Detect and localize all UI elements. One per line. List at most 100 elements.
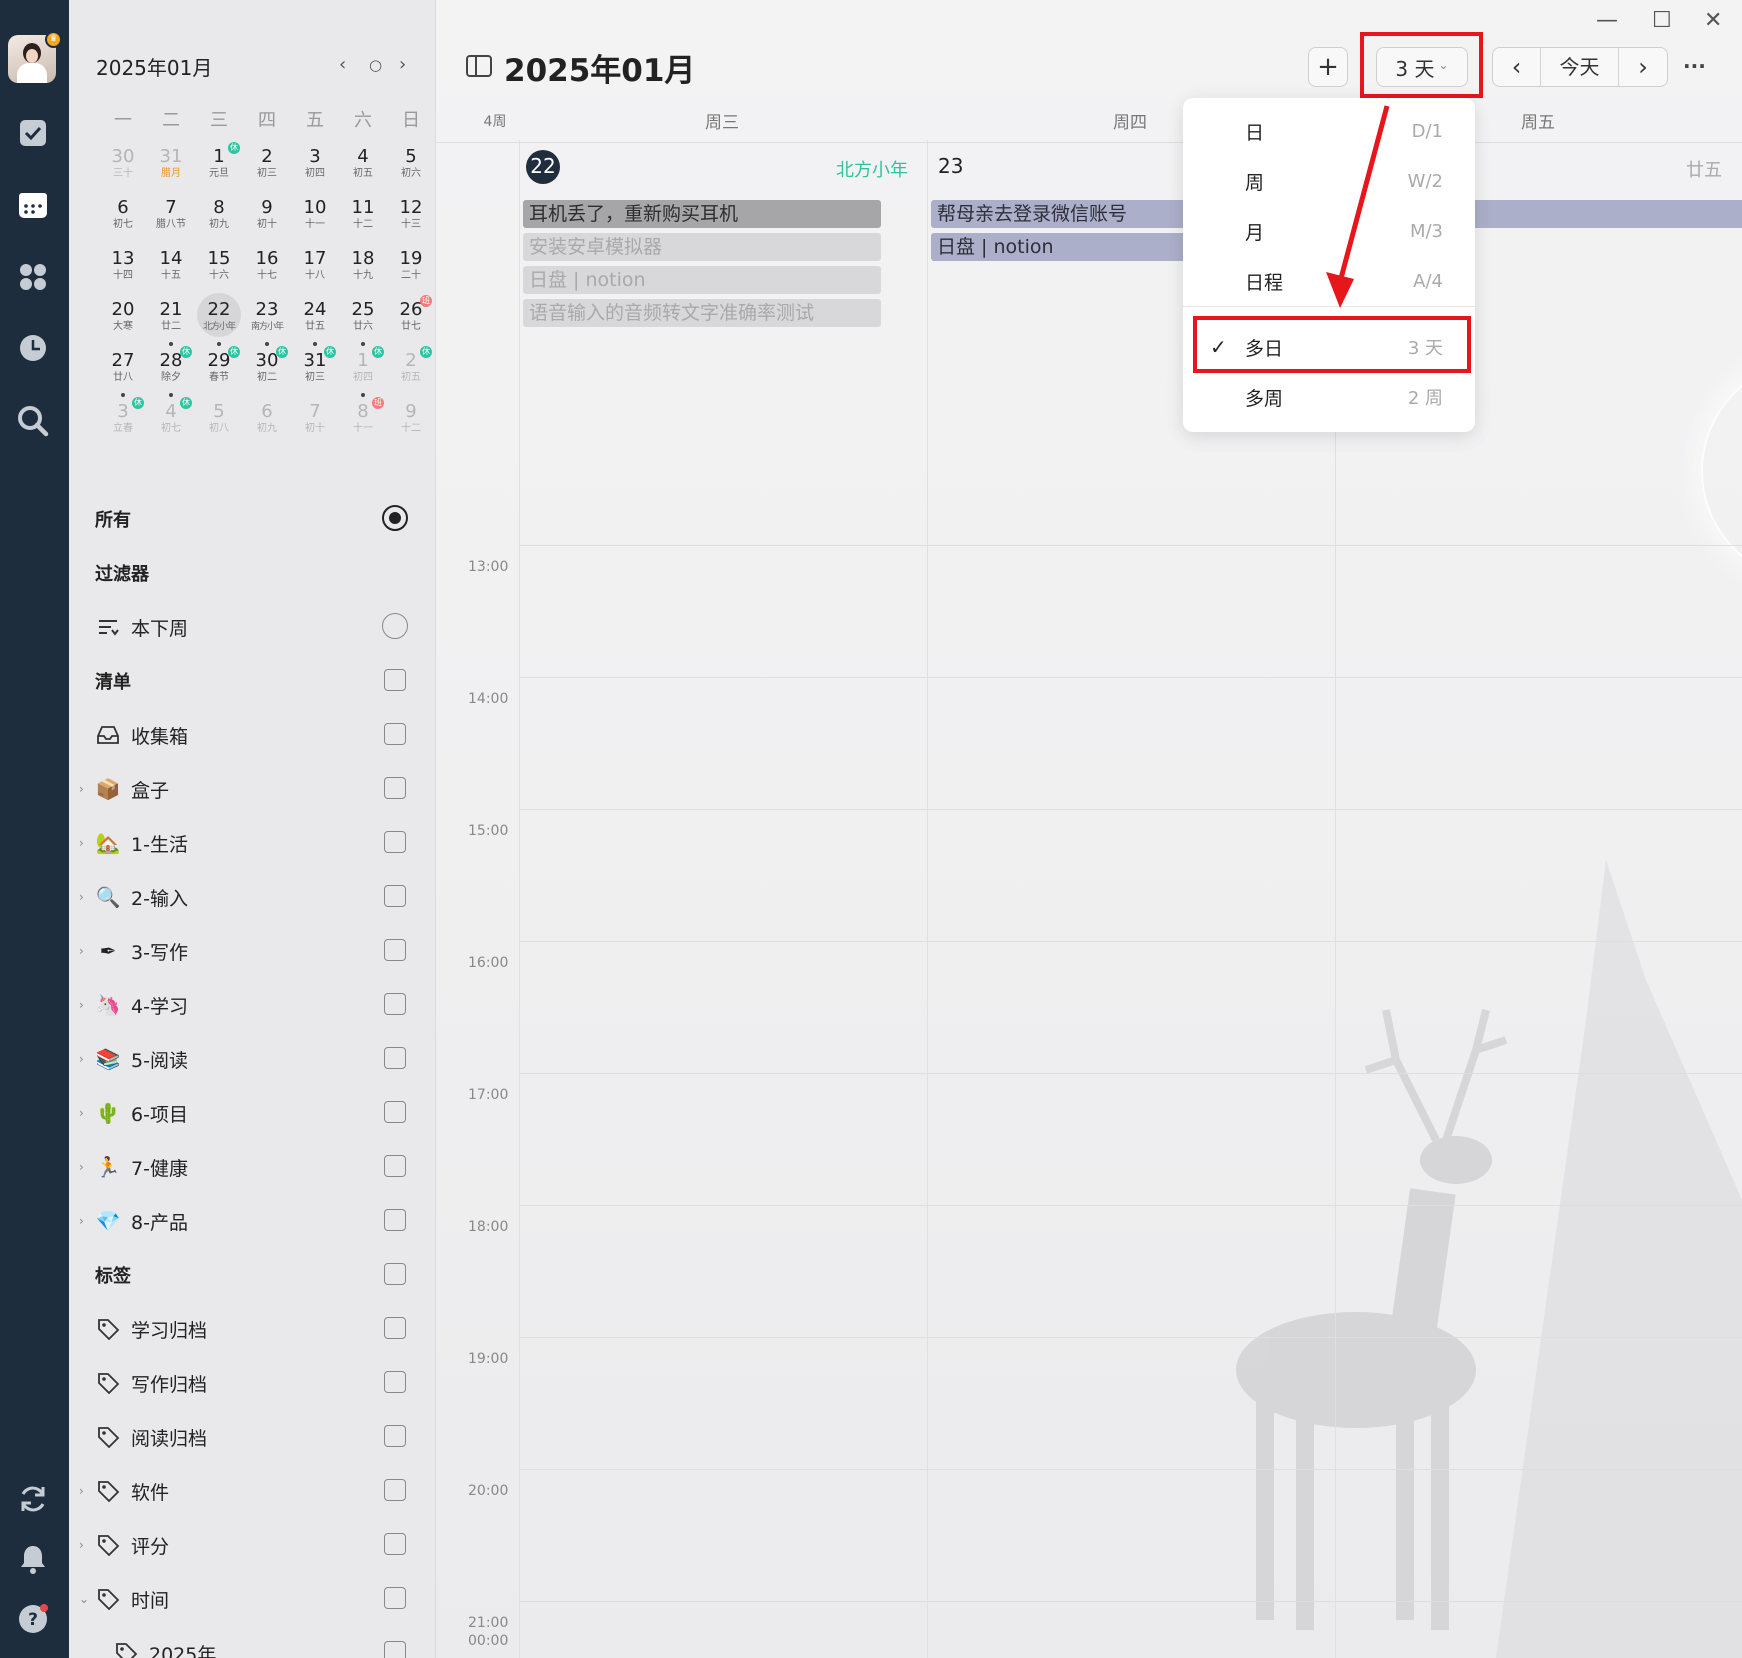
filter-item[interactable]: › 🔍 2-输入 xyxy=(69,870,435,924)
filter-item[interactable]: 2025年 xyxy=(69,1626,435,1658)
checkbox[interactable] xyxy=(384,993,406,1015)
close-button[interactable]: ✕ xyxy=(1704,8,1722,33)
mini-day-cell[interactable]: 3 立春休 xyxy=(99,397,147,450)
chevron-right-icon[interactable]: › xyxy=(79,944,84,958)
more-icon[interactable]: ··· xyxy=(1683,54,1706,78)
mini-day-cell[interactable]: 26 廿七班 xyxy=(387,295,435,348)
chevron-down-icon[interactable]: ⌄ xyxy=(79,1592,89,1606)
radio-selected[interactable] xyxy=(382,505,408,531)
check-square-icon[interactable] xyxy=(16,116,50,150)
clock-icon[interactable] xyxy=(16,332,50,366)
all-day-event[interactable]: 耳机丢了，重新购买耳机 xyxy=(523,200,881,228)
mini-day-cell[interactable]: 24 廿五 xyxy=(291,297,339,348)
filter-item[interactable]: › 💎 8-产品 xyxy=(69,1194,435,1248)
filter-item[interactable]: › 软件 xyxy=(69,1464,435,1518)
all-day-event[interactable]: 安装安卓模拟器 xyxy=(523,233,881,261)
mini-day-cell[interactable]: 8 初九 xyxy=(195,195,243,246)
checkbox[interactable] xyxy=(384,1209,406,1231)
chevron-right-icon[interactable]: › xyxy=(79,1484,84,1498)
checkbox[interactable] xyxy=(384,777,406,799)
checkbox[interactable] xyxy=(384,1317,406,1339)
checkbox[interactable] xyxy=(384,1047,406,1069)
checkbox[interactable] xyxy=(384,1533,406,1555)
mini-day-cell[interactable]: 7 初十 xyxy=(291,399,339,450)
checkbox[interactable] xyxy=(384,1425,406,1447)
mini-day-cell[interactable]: 9 初十 xyxy=(243,195,291,246)
mini-day-cell[interactable]: 6 初九 xyxy=(243,399,291,450)
grid-apps-icon[interactable] xyxy=(16,260,50,294)
mini-today-button[interactable]: ○ xyxy=(369,56,382,74)
mini-day-cell[interactable]: 28 除夕休 xyxy=(147,346,195,399)
sidebar-toggle-icon[interactable] xyxy=(466,55,492,77)
mini-day-cell[interactable]: 20 大寒 xyxy=(99,297,147,348)
filter-item[interactable]: › 📦 盒子 xyxy=(69,762,435,816)
mini-day-cell[interactable]: 4 初五 xyxy=(339,144,387,195)
filter-item[interactable]: › 🏃 7-健康 xyxy=(69,1140,435,1194)
search-icon[interactable] xyxy=(16,404,50,438)
bell-icon[interactable] xyxy=(16,1542,50,1576)
help-icon[interactable]: ? xyxy=(16,1602,50,1636)
mini-day-cell[interactable]: 2 初五休 xyxy=(387,346,435,399)
filter-item[interactable]: 阅读归档 xyxy=(69,1410,435,1464)
chevron-right-icon[interactable]: › xyxy=(79,1052,84,1066)
minimize-button[interactable]: — xyxy=(1596,8,1618,33)
add-button[interactable]: + xyxy=(1308,47,1348,87)
filter-item[interactable]: › 评分 xyxy=(69,1518,435,1572)
mini-day-cell[interactable]: 10 十一 xyxy=(291,195,339,246)
checkbox[interactable] xyxy=(384,1587,406,1609)
mini-day-cell[interactable]: 6 初七 xyxy=(99,195,147,246)
checkbox[interactable] xyxy=(384,1101,406,1123)
mini-day-cell[interactable]: 17 十八 xyxy=(291,246,339,297)
filter-item[interactable]: 收集箱 xyxy=(69,708,435,762)
all-day-event[interactable]: 语音输入的音频转文字准确率测试 xyxy=(523,299,881,327)
mini-day-cell[interactable]: 1 元旦休 xyxy=(195,142,243,195)
checkbox[interactable] xyxy=(384,1479,406,1501)
mini-day-cell[interactable]: 4 初七休 xyxy=(147,397,195,450)
next-period-button[interactable]: › xyxy=(1619,48,1667,86)
filter-item[interactable]: 写作归档 xyxy=(69,1356,435,1410)
mini-day-cell[interactable]: 31 腊月 xyxy=(147,144,195,195)
checkbox[interactable] xyxy=(384,1371,406,1393)
mini-day-cell[interactable]: 23 南方小年 xyxy=(243,297,291,348)
mini-day-cell[interactable]: 15 十六 xyxy=(195,246,243,297)
mini-day-cell[interactable]: 29 春节休 xyxy=(195,346,243,399)
filter-item[interactable]: › 🌵 6-项目 xyxy=(69,1086,435,1140)
filter-item[interactable]: › 📚 5-阅读 xyxy=(69,1032,435,1086)
checkbox[interactable] xyxy=(384,1155,406,1177)
mini-prev-button[interactable]: ‹ xyxy=(339,54,346,75)
chevron-right-icon[interactable]: › xyxy=(79,1106,84,1120)
day-number-22[interactable]: 22 xyxy=(526,154,560,178)
radio-button[interactable] xyxy=(382,613,408,639)
mini-day-cell[interactable]: 9 十二 xyxy=(387,399,435,450)
chevron-right-icon[interactable]: › xyxy=(79,1160,84,1174)
filter-item[interactable]: › 🏡 1-生活 xyxy=(69,816,435,870)
checkbox[interactable] xyxy=(384,831,406,853)
all-day-event[interactable]: 日盘 | notion xyxy=(523,266,881,294)
mini-day-cell[interactable]: 30 初二休 xyxy=(243,346,291,399)
today-button[interactable]: 今天 xyxy=(1541,48,1619,86)
mini-day-cell[interactable]: 25 廿六 xyxy=(339,297,387,348)
filter-item[interactable]: › ✒ 3-写作 xyxy=(69,924,435,978)
mini-day-cell[interactable]: 22 北方小年 xyxy=(195,293,243,348)
checkbox[interactable] xyxy=(384,939,406,961)
chevron-right-icon[interactable]: › xyxy=(79,1214,84,1228)
chevron-right-icon[interactable]: › xyxy=(79,782,84,796)
mini-day-cell[interactable]: 30 三十 xyxy=(99,144,147,195)
sync-icon[interactable] xyxy=(16,1482,50,1516)
checkbox[interactable] xyxy=(384,1263,406,1285)
chevron-right-icon[interactable]: › xyxy=(79,836,84,850)
mini-day-cell[interactable]: 2 初三 xyxy=(243,144,291,195)
mini-day-cell[interactable]: 27 廿八 xyxy=(99,348,147,399)
maximize-button[interactable]: ☐ xyxy=(1652,8,1672,33)
calendar-icon[interactable] xyxy=(16,188,50,222)
chevron-right-icon[interactable]: › xyxy=(79,998,84,1012)
mini-day-cell[interactable]: 7 腊八节 xyxy=(147,195,195,246)
mini-day-cell[interactable]: 14 十五 xyxy=(147,246,195,297)
filter-item[interactable]: 学习归档 xyxy=(69,1302,435,1356)
chevron-right-icon[interactable]: › xyxy=(79,890,84,904)
mini-day-cell[interactable]: 1 初四休 xyxy=(339,346,387,399)
checkbox[interactable] xyxy=(384,885,406,907)
view-option[interactable]: 多周 2 周 xyxy=(1183,372,1475,422)
checkbox[interactable] xyxy=(384,669,406,691)
mini-day-cell[interactable]: 12 十三 xyxy=(387,195,435,246)
